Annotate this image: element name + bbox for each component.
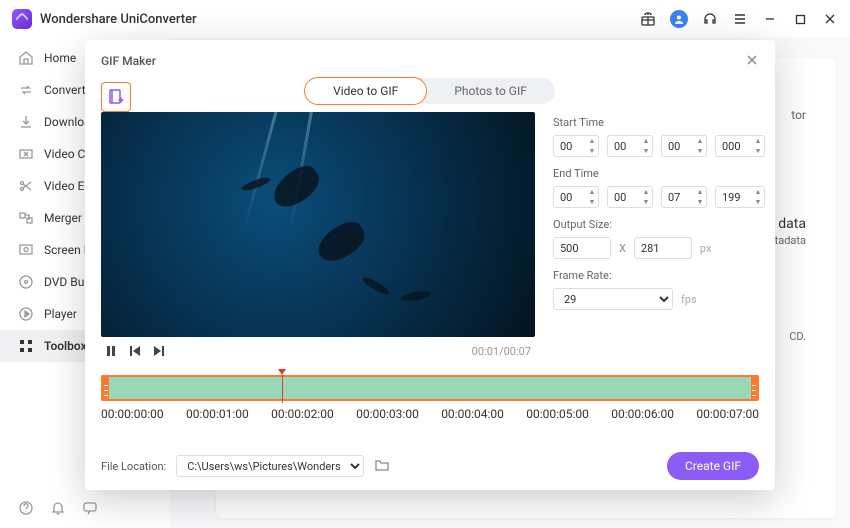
sidebar-item-label: Player: [44, 307, 77, 321]
frame-rate-select[interactable]: 29: [553, 288, 673, 310]
headset-icon[interactable]: [702, 11, 718, 27]
play-icon: [18, 306, 34, 322]
spin-up-icon[interactable]: ▲: [587, 187, 597, 197]
tab-video-to-gif[interactable]: Video to GIF: [304, 77, 427, 105]
compress-icon: [18, 146, 34, 162]
tick: 00:00:00:00: [101, 407, 164, 421]
tick: 00:00:07:00: [696, 407, 759, 421]
gift-icon[interactable]: [640, 11, 656, 27]
frame-rate-label: Frame Rate:: [553, 269, 765, 282]
timeline-ticks: 00:00:00:00 00:00:01:00 00:00:02:00 00:0…: [101, 407, 759, 421]
playhead[interactable]: [278, 369, 286, 403]
trim-start-handle[interactable]: [103, 377, 109, 399]
gif-maker-modal: GIF Maker Video to GIF Photos to GIF: [85, 40, 775, 490]
close-icon[interactable]: [822, 11, 838, 27]
avatar-icon[interactable]: [670, 10, 688, 28]
sidebar-item-label: Toolbox: [44, 339, 87, 353]
minimize-icon[interactable]: [762, 11, 778, 27]
grid-icon: [18, 338, 34, 354]
help-icon[interactable]: [18, 500, 34, 516]
home-icon: [18, 50, 34, 66]
spin-down-icon[interactable]: ▼: [695, 146, 705, 156]
spin-up-icon[interactable]: ▲: [587, 136, 597, 146]
bell-icon[interactable]: [50, 500, 66, 516]
file-location-label: File Location:: [101, 460, 166, 473]
tick: 00:00:03:00: [356, 407, 419, 421]
spin-down-icon[interactable]: ▼: [587, 197, 597, 207]
end-time-label: End Time: [553, 167, 765, 180]
spin-up-icon[interactable]: ▲: [695, 187, 705, 197]
record-icon: [18, 242, 34, 258]
spin-up-icon[interactable]: ▲: [753, 136, 763, 146]
spin-up-icon[interactable]: ▲: [753, 187, 763, 197]
spin-up-icon[interactable]: ▲: [641, 136, 651, 146]
file-location-select[interactable]: C:\Users\ws\Pictures\Wonders: [176, 455, 364, 477]
spin-down-icon[interactable]: ▼: [753, 197, 763, 207]
modal-close-icon[interactable]: [745, 52, 759, 71]
merge-icon: [18, 210, 34, 226]
pause-button[interactable]: [105, 345, 117, 357]
timeline[interactable]: [101, 375, 759, 401]
create-gif-button[interactable]: Create GIF: [667, 452, 759, 480]
maximize-icon[interactable]: [792, 11, 808, 27]
tick: 00:00:01:00: [186, 407, 249, 421]
trim-end-handle[interactable]: [751, 377, 757, 399]
titlebar: Wondershare UniConverter: [0, 0, 850, 38]
feedback-icon[interactable]: [82, 500, 98, 516]
spin-down-icon[interactable]: ▼: [753, 146, 763, 156]
scissors-icon: [18, 178, 34, 194]
tab-photos-to-gif[interactable]: Photos to GIF: [426, 78, 555, 104]
px-unit: px: [700, 242, 712, 255]
tick: 00:00:06:00: [611, 407, 674, 421]
tick: 00:00:02:00: [271, 407, 334, 421]
prev-frame-button[interactable]: [129, 345, 141, 357]
disc-icon: [18, 274, 34, 290]
start-time-label: Start Time: [553, 116, 765, 129]
playback-time: 00:01/00:07: [472, 345, 531, 358]
menu-icon[interactable]: [732, 11, 748, 27]
spin-up-icon[interactable]: ▲: [695, 136, 705, 146]
app-title: Wondershare UniConverter: [40, 12, 197, 27]
video-preview[interactable]: [101, 112, 535, 337]
next-frame-button[interactable]: [153, 345, 165, 357]
open-folder-icon[interactable]: [374, 458, 390, 475]
sidebar-item-label: Home: [44, 51, 76, 65]
fps-unit: fps: [681, 293, 697, 306]
spin-down-icon[interactable]: ▼: [641, 197, 651, 207]
mode-tabs: Video to GIF Photos to GIF: [101, 78, 759, 104]
modal-title: GIF Maker: [101, 54, 156, 68]
spin-down-icon[interactable]: ▼: [641, 146, 651, 156]
spin-down-icon[interactable]: ▼: [587, 146, 597, 156]
download-icon: [18, 114, 34, 130]
converter-icon: [18, 82, 34, 98]
sidebar-item-label: Merger: [44, 211, 82, 225]
spin-up-icon[interactable]: ▲: [641, 187, 651, 197]
height-input[interactable]: [634, 237, 692, 259]
app-logo-icon: [12, 9, 32, 29]
by-label: X: [619, 242, 626, 255]
tick: 00:00:05:00: [526, 407, 589, 421]
settings-panel: Start Time ▲▼ ▲▼ ▲▼ ▲▼ End Time ▲▼ ▲▼ ▲▼…: [553, 112, 765, 367]
output-size-label: Output Size:: [553, 218, 765, 231]
width-input[interactable]: [553, 237, 611, 259]
tick: 00:00:04:00: [441, 407, 504, 421]
add-file-button[interactable]: [101, 82, 131, 112]
spin-down-icon[interactable]: ▼: [695, 197, 705, 207]
